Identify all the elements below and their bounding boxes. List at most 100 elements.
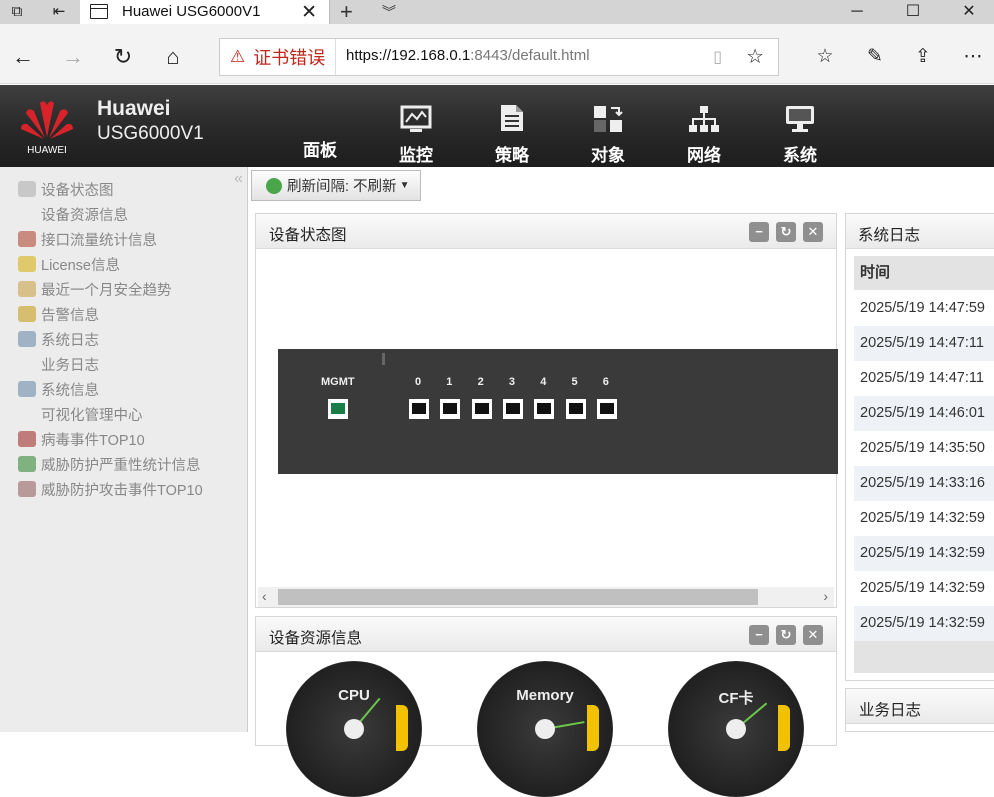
sidebar-item-label: 设备状态图 <box>41 182 114 199</box>
logo-text: HUAWEI <box>27 145 67 156</box>
sidebar-item[interactable]: 系统信息 <box>18 379 99 399</box>
favorites-icon[interactable]: ☆ <box>810 42 840 72</box>
address-bar[interactable]: ⚠ 证书错误 https://192.168.0.1:8443/default.… <box>219 38 779 76</box>
sidebar-item[interactable]: License信息 <box>18 254 120 274</box>
log-row[interactable]: 2025/5/19 14:47:11 <box>854 326 994 361</box>
scroll-right-icon[interactable]: › <box>823 588 828 604</box>
sidebar-item[interactable]: 最近一个月安全趋势 <box>18 279 172 299</box>
tab-preview-chevron-icon[interactable]: ︾ <box>382 2 396 22</box>
sidebar-item-label: 业务日志 <box>41 357 99 374</box>
back-arrow-icon[interactable]: ← <box>8 42 38 72</box>
ethernet-port[interactable] <box>502 399 523 419</box>
refresh-interval-dropdown[interactable]: 刷新间隔: 不刷新 ▼ <box>251 170 421 201</box>
ethernet-port[interactable] <box>565 399 586 419</box>
sidebar-item-label: 可视化管理中心 <box>41 407 143 424</box>
log-table-footer <box>854 641 994 673</box>
system-log-icon <box>18 331 36 347</box>
ethernet-port[interactable] <box>471 399 492 419</box>
refresh-panel-icon[interactable]: ↻ <box>776 625 796 645</box>
browser-tab[interactable]: Huawei USG6000V1 ✕ <box>80 0 330 24</box>
more-icon[interactable]: ⋯ <box>958 42 988 72</box>
log-row[interactable]: 2025/5/19 14:47:11 <box>854 361 994 396</box>
business-log-panel-header: 业务日志 <box>846 689 994 724</box>
sidebar-item[interactable]: 业务日志 <box>41 354 99 374</box>
nav-panel[interactable]: 面板 <box>272 136 368 161</box>
reading-view-icon[interactable]: ▯ <box>713 47 722 67</box>
system-log-panel-header: 系统日志 <box>846 214 994 249</box>
close-panel-icon[interactable]: ✕ <box>803 222 823 242</box>
nav-policy[interactable]: 策略 <box>464 103 560 166</box>
system-info-icon <box>18 381 36 397</box>
home-icon[interactable]: ⌂ <box>158 42 188 72</box>
log-time-column-header[interactable]: 时间 <box>854 256 994 290</box>
sidebar: « 设备状态图设备资源信息接口流量统计信息 License信息最近一个月安全趋势告… <box>0 167 248 732</box>
minimize-panel-icon[interactable]: − <box>749 625 769 645</box>
sidebar-item[interactable]: 设备资源信息 <box>41 204 128 224</box>
ethernet-port[interactable] <box>534 399 555 419</box>
horizontal-scrollbar[interactable]: ‹ › <box>258 587 834 607</box>
virus-icon <box>18 431 36 447</box>
nav-network[interactable]: 网络 <box>656 103 752 166</box>
port-label: 5 <box>571 376 578 388</box>
maximize-icon[interactable]: ☐ <box>890 0 936 24</box>
mgmt-port[interactable] <box>328 399 348 419</box>
sidebar-item[interactable]: 威胁防护攻击事件TOP10 <box>18 479 203 499</box>
sidebar-item-label: 告警信息 <box>41 307 99 324</box>
refresh-icon[interactable]: ↻ <box>108 42 138 72</box>
nav-system-label: 系统 <box>783 146 817 165</box>
url-text[interactable]: https://192.168.0.1:8443/default.html <box>346 47 590 64</box>
share-icon[interactable]: ⇪ <box>908 42 938 72</box>
log-row[interactable]: 2025/5/19 14:32:59 <box>854 536 994 571</box>
sidebar-item[interactable]: 威胁防护严重性统计信息 <box>18 454 201 474</box>
minimize-icon[interactable]: ─ <box>834 0 880 24</box>
memory-gauge-label: Memory <box>516 687 574 704</box>
set-aside-tabs-icon[interactable]: ⇤ <box>46 2 72 22</box>
log-row[interactable]: 2025/5/19 14:47:59 <box>854 291 994 326</box>
log-row[interactable]: 2025/5/19 14:46:01 <box>854 396 994 431</box>
url-host: https://192.168.0.1 <box>346 47 471 64</box>
certificate-error-badge[interactable]: ⚠ 证书错误 <box>220 39 337 75</box>
close-tab-icon[interactable]: ✕ <box>301 1 317 24</box>
monitor-icon <box>368 103 464 133</box>
new-tab-icon[interactable]: + <box>340 0 353 24</box>
sidebar-item-label: 病毒事件TOP10 <box>41 432 145 449</box>
scroll-left-icon[interactable]: ‹ <box>262 588 267 604</box>
system-monitor-icon <box>752 103 848 133</box>
collapse-sidebar-icon[interactable]: « <box>234 170 243 188</box>
gauge-warning-zone <box>587 705 599 751</box>
port-label: 4 <box>540 376 547 388</box>
nav-object[interactable]: 对象 <box>560 103 656 166</box>
gauge-warning-zone <box>778 705 790 751</box>
gauge-hub <box>344 719 364 739</box>
log-row[interactable]: 2025/5/19 14:35:50 <box>854 431 994 466</box>
sidebar-item-label: 系统信息 <box>41 382 99 399</box>
sidebar-item[interactable]: 告警信息 <box>18 304 99 324</box>
log-row[interactable]: 2025/5/19 14:32:59 <box>854 571 994 606</box>
device-status-panel-header: 设备状态图 − ↻ ✕ <box>256 214 836 249</box>
sidebar-item[interactable]: 可视化管理中心 <box>41 404 143 424</box>
nav-monitor[interactable]: 监控 <box>368 103 464 166</box>
sidebar-item[interactable]: 设备状态图 <box>18 179 114 199</box>
ethernet-port[interactable] <box>440 399 461 419</box>
network-topology-icon <box>656 103 752 133</box>
log-row[interactable]: 2025/5/19 14:32:59 <box>854 501 994 536</box>
pen-icon[interactable]: ✎ <box>860 42 890 72</box>
sidebar-item[interactable]: 接口流量统计信息 <box>18 229 157 249</box>
refresh-panel-icon[interactable]: ↻ <box>776 222 796 242</box>
log-row[interactable]: 2025/5/19 14:33:16 <box>854 466 994 501</box>
ethernet-port[interactable] <box>409 399 429 419</box>
sidebar-item-label: 最近一个月安全趋势 <box>41 282 172 299</box>
forward-arrow-icon[interactable]: → <box>58 42 88 72</box>
minimize-panel-icon[interactable]: − <box>749 222 769 242</box>
sidebar-item[interactable]: 病毒事件TOP10 <box>18 429 145 449</box>
log-row[interactable]: 2025/5/19 14:32:59 <box>854 606 994 641</box>
tab-actions-icon[interactable]: ⧉ <box>4 2 30 22</box>
ethernet-port[interactable] <box>596 399 617 419</box>
close-panel-icon[interactable]: ✕ <box>803 625 823 645</box>
close-window-icon[interactable]: ✕ <box>946 0 992 24</box>
brand-name: Huawei <box>97 97 171 120</box>
sidebar-item[interactable]: 系统日志 <box>18 329 99 349</box>
nav-system[interactable]: 系统 <box>752 103 848 166</box>
favorite-star-icon[interactable]: ☆ <box>746 44 764 69</box>
scrollbar-thumb[interactable] <box>278 589 758 605</box>
